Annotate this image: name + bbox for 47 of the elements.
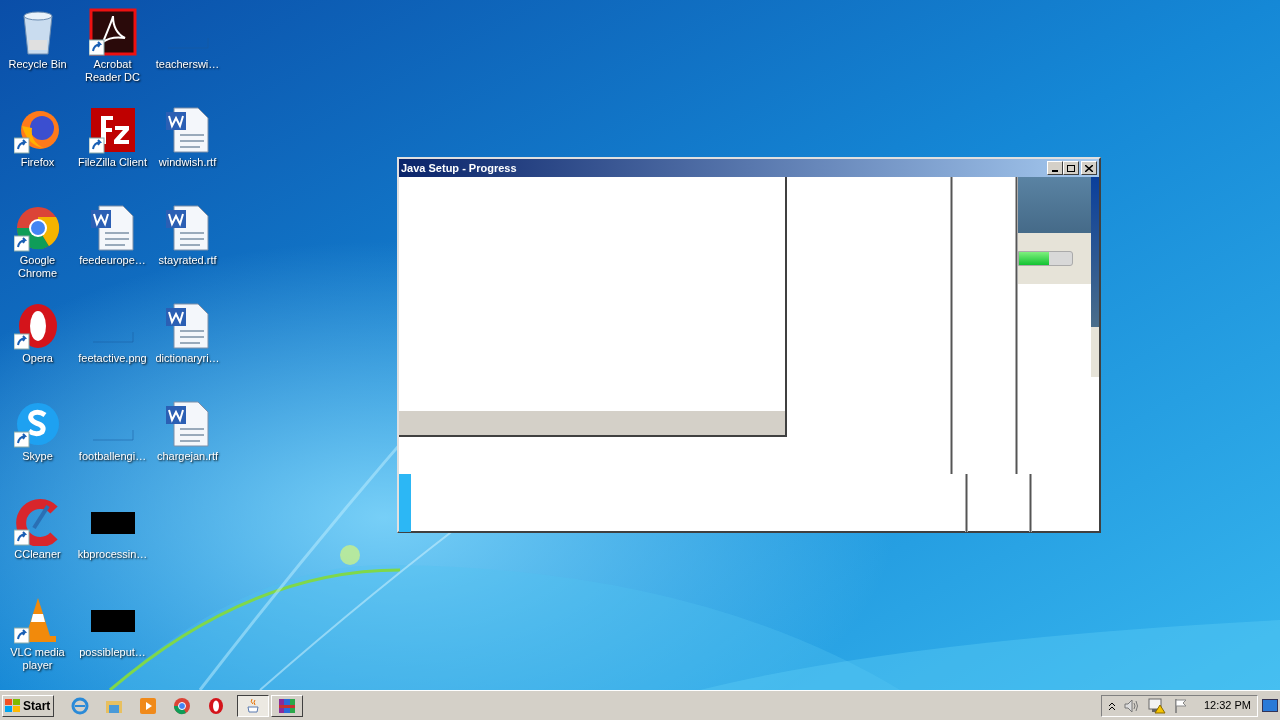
icon-label: VLC media player: [9, 646, 66, 672]
icon-label: Google Chrome: [16, 254, 59, 280]
icon-label: FileZilla Client: [76, 156, 149, 169]
icon-label: teacherswi…: [154, 58, 221, 71]
archive-icon: [278, 696, 296, 715]
close-button[interactable]: [1081, 161, 1097, 175]
chevron-up-icon[interactable]: [1107, 700, 1116, 711]
icon-label: feedeurope…: [78, 254, 147, 267]
opera-icon[interactable]: [207, 696, 225, 715]
maximize-icon: [1067, 164, 1075, 172]
icon-label: Firefox: [19, 156, 56, 169]
icon-label: Opera: [21, 352, 54, 365]
icon-label: chargejan.rtf: [155, 450, 220, 463]
app-icon[interactable]: [88, 106, 137, 154]
task-button[interactable]: [237, 694, 269, 717]
clock[interactable]: 12:32 PM: [1203, 697, 1251, 714]
network-warning-icon[interactable]: [1147, 697, 1166, 714]
start-button[interactable]: Start: [2, 694, 54, 717]
window-title: Java Setup - Progress: [401, 160, 517, 176]
java-cup-icon: [244, 696, 262, 715]
icon-label: Recycle Bin: [7, 58, 68, 71]
show-desktop-icon[interactable]: [1262, 699, 1278, 712]
app-icon[interactable]: [88, 8, 137, 56]
document-icon[interactable]: [163, 400, 212, 448]
close-icon: [1085, 164, 1093, 172]
icon-label: footballengi…: [77, 450, 148, 463]
document-icon[interactable]: [88, 204, 137, 252]
icon-label: CCleaner: [13, 548, 62, 561]
flag-icon[interactable]: [1173, 697, 1188, 714]
icon-label: Skype: [21, 450, 54, 463]
icon-label: Acrobat Reader DC: [84, 58, 141, 84]
icon-label: feetactive.png: [77, 352, 148, 365]
icon-label: possibleput…: [78, 646, 147, 659]
maximize-button[interactable]: [1063, 161, 1079, 175]
icon-label: stayrated.rtf: [157, 254, 218, 267]
speaker-icon[interactable]: [1123, 698, 1140, 713]
chrome-icon[interactable]: [173, 696, 191, 715]
document-icon[interactable]: [163, 302, 212, 350]
icon-label: windwish.rtf: [157, 156, 218, 169]
minimize-button[interactable]: [1047, 161, 1063, 175]
accent-bar: [399, 474, 411, 532]
document-icon[interactable]: [163, 106, 212, 154]
icon-label: dictionaryri…: [154, 352, 221, 365]
app-icon[interactable]: [13, 204, 62, 252]
document-icon[interactable]: [163, 204, 212, 252]
icon-label: kbprocessin…: [76, 548, 149, 561]
windows-logo-icon: [5, 698, 21, 713]
